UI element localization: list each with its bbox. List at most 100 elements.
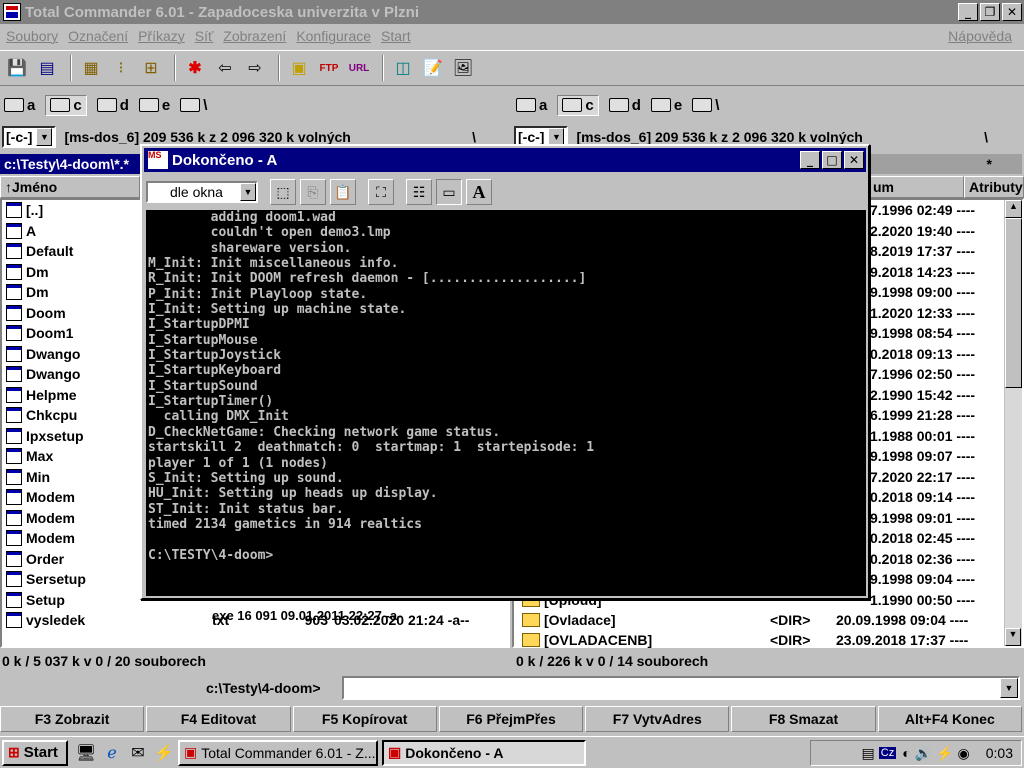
drive-d-button[interactable]: d	[608, 97, 641, 114]
desktop-icon[interactable]: 🖥	[76, 743, 96, 763]
main-titlebar[interactable]: Total Commander 6.01 - Zapadoceska unive…	[0, 0, 1024, 24]
file-date-row[interactable]: 0.2018 09:13 ----	[870, 344, 1000, 365]
file-row[interactable]: Dwango	[2, 364, 142, 385]
f4-edit-button[interactable]: F4 Editovat	[146, 706, 291, 732]
menu-soubory[interactable]: Soubory	[6, 28, 58, 44]
menu-prikazy[interactable]: Příkazy	[138, 28, 185, 44]
scroll-up-icon[interactable]: ▲	[1005, 200, 1022, 218]
file-row[interactable]: Sersetup	[2, 569, 142, 590]
menu-konfigurace[interactable]: Konfigurace	[296, 28, 371, 44]
ie-icon[interactable]: ℯ	[102, 743, 122, 763]
close-button[interactable]: ✕	[1002, 3, 1022, 21]
minimize-button[interactable]: _	[800, 151, 820, 169]
fullscreen-icon[interactable]: ⛶	[368, 179, 394, 205]
font-icon[interactable]: A	[466, 179, 492, 205]
file-date-row[interactable]: 9.1998 09:04 ----	[870, 569, 1000, 590]
file-date-row[interactable]: 9.1998 09:07 ----	[870, 446, 1000, 467]
file-row[interactable]: Doom1	[2, 323, 142, 344]
channels-icon[interactable]: ⚡	[154, 743, 174, 763]
left-drive-combo[interactable]: [-c-] ▼	[2, 126, 57, 148]
file-row[interactable]: Max	[2, 446, 142, 467]
task-dokonceno[interactable]: ▣ Dokončeno - A	[382, 739, 586, 766]
f7-mkdir-button[interactable]: F7 VytvAdres	[585, 706, 730, 732]
multi-rename-icon[interactable]: URL	[346, 55, 372, 81]
file-date-row[interactable]: 2.1990 15:42 ----	[870, 385, 1000, 406]
copy-names-icon[interactable]: ◫	[390, 55, 416, 81]
close-button[interactable]: ✕	[844, 151, 864, 169]
file-row[interactable]: Dm	[2, 262, 142, 283]
left-root-button[interactable]: \	[472, 129, 476, 145]
file-row[interactable]: vysledek	[2, 610, 142, 631]
file-row[interactable]: Modem	[2, 508, 142, 529]
file-date-row[interactable]: 9.2018 14:23 ----	[870, 262, 1000, 283]
file-row[interactable]: Min	[2, 467, 142, 488]
dos-window[interactable]: MS Dokončeno - A _ □ ✕ dle okna ▼ ⬚ ⎘ 📋 ⛶…	[140, 144, 870, 600]
drive-d-button[interactable]: d	[96, 97, 129, 114]
task-total-commander[interactable]: ▣ Total Commander 6.01 - Z...	[178, 739, 378, 766]
refresh-icon[interactable]: ✱	[182, 55, 208, 81]
ftp-icon[interactable]: FTP	[316, 55, 342, 81]
file-date-row[interactable]: 1.1988 00:01 ----	[870, 426, 1000, 447]
file-date-row[interactable]: 0.2018 02:45 ----	[870, 528, 1000, 549]
file-date-row[interactable]: 8.2019 17:37 ----	[870, 241, 1000, 262]
file-date-row[interactable]: 7.2020 22:17 ----	[870, 467, 1000, 488]
tree-view-icon[interactable]: ⊞	[138, 55, 164, 81]
dos-console-output[interactable]: adding doom1.wad couldn't open demo3.lmp…	[146, 210, 866, 596]
tray-icon[interactable]: ▤	[862, 745, 875, 762]
right-header-attr[interactable]: Atributy	[964, 176, 1024, 198]
outlook-icon[interactable]: ✉	[128, 743, 148, 763]
scroll-down-icon[interactable]: ▼	[1005, 628, 1021, 646]
view-image-icon[interactable]: 🖼	[450, 55, 476, 81]
background-icon[interactable]: ▭	[436, 179, 462, 205]
file-date-row[interactable]: 9.1998 08:54 ----	[870, 323, 1000, 344]
left-last-row-details[interactable]: txt 903 03.02.2020 21:24 -a--	[212, 610, 469, 631]
notepad-icon[interactable]: 📝	[420, 55, 446, 81]
file-date-row[interactable]: 6.1999 21:28 ----	[870, 405, 1000, 426]
chevron-down-icon[interactable]: ▼	[1000, 678, 1018, 698]
paste-icon[interactable]: 📋	[330, 179, 356, 205]
file-date-row[interactable]: 2.2020 19:40 ----	[870, 221, 1000, 242]
save-icon[interactable]: 💾	[4, 55, 30, 81]
file-date-row[interactable]: 7.1996 02:49 ----	[870, 200, 1000, 221]
f6-move-button[interactable]: F6 PřejmPřes	[438, 706, 584, 732]
brief-view-icon[interactable]: ▦	[78, 55, 104, 81]
right-dir-row[interactable]: [OVLADACENB] <DIR> 23.09.2018 17:37 ----	[518, 630, 998, 651]
right-header-date[interactable]: um	[868, 176, 964, 198]
file-date-row[interactable]: 0.2018 02:36 ----	[870, 549, 1000, 570]
drive-a-button[interactable]: a	[4, 97, 35, 114]
archive-icon[interactable]: ▣	[286, 55, 312, 81]
drive-a-button[interactable]: a	[516, 97, 547, 114]
right-root-button[interactable]: \	[984, 129, 988, 145]
file-row[interactable]: Ipxsetup	[2, 426, 142, 447]
start-button[interactable]: ⊞ Start	[2, 739, 68, 766]
file-row[interactable]: Doom	[2, 303, 142, 324]
file-date-row[interactable]: 9.1998 09:00 ----	[870, 282, 1000, 303]
file-date-row[interactable]: 9.1998 09:01 ----	[870, 508, 1000, 529]
minimize-button[interactable]: _	[958, 3, 978, 21]
menu-zobrazeni[interactable]: Zobrazení	[223, 28, 286, 44]
back-icon[interactable]: ⇦	[212, 55, 238, 81]
right-scrollbar[interactable]: ▲ ▼	[1004, 200, 1022, 646]
font-size-select[interactable]: dle okna ▼	[146, 181, 258, 203]
file-date-row[interactable]: 0.2018 09:14 ----	[870, 487, 1000, 508]
file-row[interactable]: Setup	[2, 590, 142, 611]
drive-e-button[interactable]: e	[138, 97, 170, 114]
properties-icon[interactable]: ☷	[406, 179, 432, 205]
cmd-input[interactable]: ▼	[342, 676, 1020, 700]
right-star-filter[interactable]: *	[870, 154, 1022, 174]
maximize-button[interactable]: □	[822, 151, 842, 169]
file-row[interactable]: Modem	[2, 528, 142, 549]
file-date-row[interactable]: 7.1996 02:50 ----	[870, 364, 1000, 385]
network-button[interactable]: \	[692, 97, 719, 114]
file-row[interactable]: Modem	[2, 487, 142, 508]
drive-e-button[interactable]: e	[650, 97, 682, 114]
left-path[interactable]: c:\Testy\4-doom\*.*	[0, 154, 140, 174]
restore-button[interactable]: ❐	[980, 3, 1000, 21]
f3-view-button[interactable]: F3 Zobrazit	[0, 706, 145, 732]
copy-icon[interactable]: ⎘	[300, 179, 326, 205]
tray-icons[interactable]: ◐🔊⚡◉	[902, 745, 974, 762]
file-date-row[interactable]: 1.2020 12:33 ----	[870, 303, 1000, 324]
file-row[interactable]: [..]	[2, 200, 142, 221]
dos-window-titlebar[interactable]: MS Dokončeno - A _ □ ✕	[144, 148, 866, 172]
scroll-thumb[interactable]	[1005, 218, 1022, 388]
